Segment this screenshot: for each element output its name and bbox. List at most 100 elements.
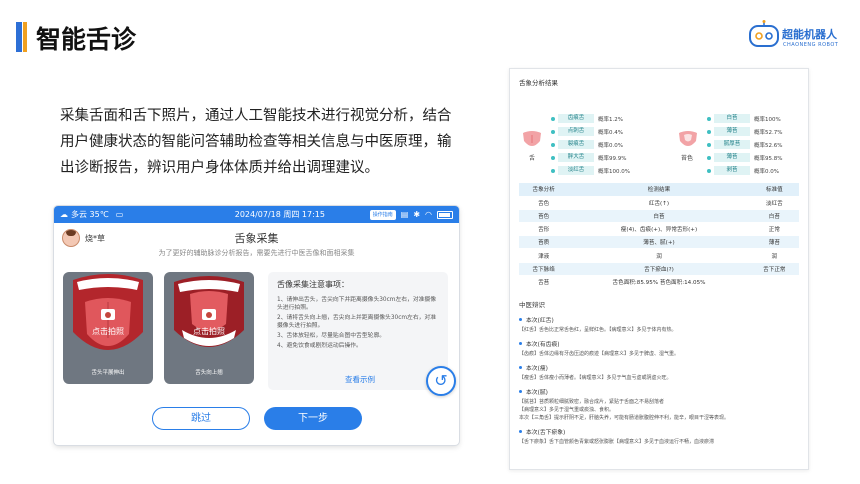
- battery-icon: [437, 210, 453, 219]
- tongue-coating-icon: [679, 131, 697, 146]
- analysis-report: 舌象分析结果 舌 齿痕舌 概率1.2% 点刺舌 概率0.4% 裂痕舌 概率0.0% 胖…: [509, 68, 809, 470]
- metric-item: 胖大舌 概率99.9%: [551, 152, 626, 163]
- tcm-section: 本次(腻) 【腻苔】苔质颗粒细腻致密，融合成片，紧贴于舌面之不易刮落者 【病理意…: [519, 387, 799, 422]
- tcm-text: 【舌下瘀象】舌下血管颜色青紫或怒张膨胀【病理意义】多见于血液运行不畅，血液瘀滞: [519, 439, 715, 445]
- table-cell: 薄苔: [749, 235, 799, 250]
- table-cell: 舌下脉络: [519, 262, 569, 276]
- tcm-section: 本次(红舌) 【红舌】舌色比正常舌色红，呈鲜红色。【病理意义】多见于体内有热。: [519, 315, 799, 334]
- tcm-text: 【齿痕】舌体边缘有牙齿压迫的痕迹【病理意义】多见于脾虚、湿气重。: [519, 351, 680, 357]
- robot-icon: [749, 20, 779, 47]
- table-row: 舌下脉络 舌下瘀血(?) 舌下正常: [519, 262, 799, 276]
- tcm-heading: 本次(舌下瘀象): [526, 430, 566, 436]
- table-cell: 红舌(↑): [568, 196, 750, 210]
- tcm-section: 本次(瘦) 【瘦舌】舌体瘦小而薄者。【病理意义】多见于气血亏虚或阴虚火旺。: [519, 363, 799, 382]
- table-cell: 正常: [749, 222, 799, 237]
- skip-button[interactable]: 跳过: [152, 407, 250, 430]
- guide-button[interactable]: 操作指南: [369, 209, 396, 220]
- notes-item: 4、避免饮食或剧烈运动后操作。: [277, 343, 362, 349]
- table-row: 苔色 白苔 白苔: [519, 209, 799, 224]
- table-cell: 苔色: [519, 209, 569, 224]
- brand-logo: 超能机器人 CHAONENG ROBOT: [746, 16, 846, 56]
- notes-item: 3、舌体放轻松，尽量贴合图中舌型轮廓。: [277, 333, 386, 339]
- cast-icon[interactable]: ▭: [116, 210, 124, 219]
- back-button[interactable]: ↺: [426, 366, 456, 396]
- take-photo-button[interactable]: 点击拍照: [63, 326, 153, 337]
- report-metrics: 舌 齿痕舌 概率1.2% 点刺舌 概率0.4% 裂痕舌 概率0.0% 胖大舌 概率99.…: [519, 91, 799, 177]
- table-row: 舌色 红舌(↑) 淡红舌: [519, 196, 799, 210]
- weather-text: 多云 35℃: [71, 210, 109, 219]
- tcm-text: 【红舌】舌色比正常舌色红，呈鲜红色。【病理意义】多见于体内有热。: [519, 327, 677, 333]
- table-header-row: 舌象分析 检测结果 标准值: [519, 183, 799, 197]
- table-header: 标准值: [749, 183, 799, 197]
- table-cell: 津液: [519, 248, 569, 263]
- table-row: 舌苔 舌色面积:85.95% 苔色面积:14.05%: [519, 275, 799, 290]
- table-cell: 瘦(4)、齿痕(+)、异常舌形(+): [568, 222, 750, 237]
- document-icon[interactable]: ▤: [401, 210, 409, 219]
- metric-item: 薄苔 概率52.7%: [707, 126, 782, 137]
- next-button[interactable]: 下一步: [264, 407, 362, 430]
- tcm-heading: 本次(腻): [526, 390, 548, 396]
- metric-item: 裂痕舌 概率0.0%: [551, 139, 623, 150]
- take-photo-button[interactable]: 点击拍照: [164, 326, 254, 337]
- tcm-text: 【瘦舌】舌体瘦小而薄者。【病理意义】多见于气血亏虚或阴虚火旺。: [519, 375, 672, 381]
- table-cell: [749, 275, 799, 290]
- tcm-text: 【病理意义】多见于湿气重或痰浊、食积。: [519, 407, 615, 413]
- metric-item: 薄苔 概率95.8%: [707, 152, 782, 163]
- camera-icon: [202, 309, 216, 320]
- notes-title: 舌像采集注意事项：: [277, 280, 349, 289]
- tongue-front-photo-card[interactable]: 点击拍照 舌头平展伸出: [63, 272, 153, 384]
- analysis-table: 舌象分析 检测结果 标准值 舌色 红舌(↑) 淡红舌 苔色 白苔 白苔 舌形 瘦(4)、齿…: [519, 183, 799, 290]
- tcm-section-title: 中医辩识: [519, 301, 545, 309]
- metric-item: 淡红舌 概率100.0%: [551, 165, 630, 176]
- metric-item: 腻厚苔 概率52.6%: [707, 139, 782, 150]
- photo-caption: 舌头向上翘: [195, 370, 223, 376]
- screen-subtitle: 为了更好的辅助脉诊分析报告，需要先进行中医舌像和面相采集: [158, 249, 355, 257]
- undo-arrow-icon: ↺: [434, 371, 448, 390]
- metric-item: 剥苔 概率0.0%: [707, 165, 779, 176]
- metric-item: 齿痕舌 概率1.2%: [551, 113, 623, 124]
- notes-item: 2、请将舌头向上翘，舌尖向上并距离摄像头30cm左右，对准摄像头进行拍照。: [277, 315, 437, 329]
- bluetooth-icon: ✱: [413, 209, 421, 219]
- metric-item: 白苔 概率100%: [707, 113, 781, 124]
- cloud-icon: ☁: [60, 209, 68, 219]
- tcm-section: 本次(舌下瘀象) 【舌下瘀象】舌下血管颜色青紫或怒张膨胀【病理意义】多见于血液运…: [519, 427, 799, 446]
- brand-name: 超能机器人: [782, 28, 837, 41]
- table-cell: 白苔: [568, 209, 750, 224]
- tcm-heading: 本次(瘦): [526, 366, 548, 372]
- table-cell: 舌下正常: [749, 262, 799, 276]
- tongue-under-photo-card[interactable]: 点击拍照 舌头向上翘: [164, 272, 254, 384]
- table-cell: 舌下瘀血(?): [568, 262, 750, 276]
- tcm-text: 本次【三角舌】提示肝阴不足，肝脑失养，可能有肠道胀腹腔伸不利，能辛，眼目干涩等表…: [519, 415, 730, 421]
- table-header: 舌象分析: [519, 183, 569, 197]
- brand-subtitle: CHAONENG ROBOT: [783, 42, 839, 48]
- notes-panel: 舌像采集注意事项： 1、请伸出舌头，舌尖向下并距离摄像头30cm左右，对准摄像头…: [268, 272, 448, 390]
- datetime-text: 2024/07/18 周四 17:15: [234, 210, 325, 219]
- screen-title: 舌象采集: [234, 232, 279, 245]
- tongue-label: 舌: [529, 155, 536, 162]
- table-cell: 舌苔: [519, 275, 569, 290]
- table-cell: 舌形: [519, 222, 569, 237]
- tablet-screen: ☁ 多云 35℃ ▭ 2024/07/18 周四 17:15 操作指南 ▤ ✱ …: [54, 206, 459, 445]
- table-row: 津液润润: [519, 248, 799, 263]
- coating-label: 苔色: [681, 155, 694, 162]
- title-accent-bar: [16, 22, 22, 52]
- table-row: 苔质 薄苔、腻(+) 薄苔: [519, 235, 799, 250]
- table-cell: 舌色: [519, 196, 569, 210]
- slide-title: 智能舌诊: [36, 25, 137, 54]
- wifi-icon: ◠: [425, 209, 432, 219]
- view-example-link[interactable]: 查看示例: [345, 374, 375, 385]
- notes-item: 1、请伸出舌头，舌尖向下并距离摄像头30cm左右，对准摄像头进行拍照。: [277, 297, 437, 311]
- table-header: 检测结果: [568, 183, 750, 197]
- tcm-heading: 本次(有齿痕): [526, 342, 560, 348]
- camera-icon: [101, 309, 115, 320]
- tcm-heading: 本次(红舌): [526, 318, 554, 324]
- table-cell: 薄苔、腻(+): [568, 235, 750, 250]
- tcm-text: 【腻苔】苔质颗粒细腻致密，融合成片，紧贴于舌面之不易刮落者: [519, 399, 665, 405]
- report-title: 舌象分析结果: [519, 79, 558, 87]
- table-cell: 润: [568, 248, 750, 263]
- photo-caption: 舌头平展伸出: [91, 370, 125, 376]
- status-bar: ☁ 多云 35℃ ▭ 2024/07/18 周四 17:15 操作指南 ▤ ✱ …: [54, 206, 459, 223]
- intro-paragraph: 采集舌面和舌下照片，通过人工智能技术进行视觉分析，结合用户健康状态的智能问答辅助…: [60, 108, 452, 176]
- app-header: 烧*草 舌象采集 为了更好的辅助脉诊分析报告，需要先进行中医舌像和面相采集: [54, 223, 459, 267]
- table-cell: 苔质: [519, 235, 569, 250]
